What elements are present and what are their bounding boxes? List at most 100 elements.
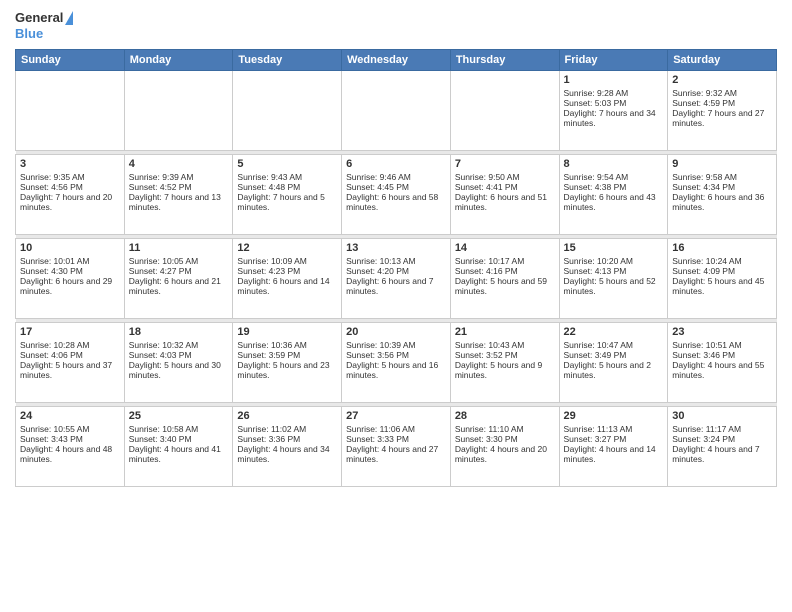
day-number: 4 [129, 158, 229, 170]
day-info: Sunrise: 10:43 AM [455, 340, 555, 350]
calendar-day-cell: 28Sunrise: 11:10 AMSunset: 3:30 PMDaylig… [450, 407, 559, 487]
day-info: Sunrise: 10:17 AM [455, 256, 555, 266]
day-info: Sunset: 3:56 PM [346, 350, 446, 360]
day-info: Daylight: 5 hours and 30 minutes. [129, 360, 229, 380]
day-info: Sunset: 4:34 PM [672, 182, 772, 192]
day-info: Daylight: 5 hours and 45 minutes. [672, 276, 772, 296]
day-info: Sunset: 4:45 PM [346, 182, 446, 192]
day-info: Sunset: 4:52 PM [129, 182, 229, 192]
day-info: Sunrise: 10:55 AM [20, 424, 120, 434]
day-number: 24 [20, 410, 120, 422]
day-info: Daylight: 7 hours and 5 minutes. [237, 192, 337, 212]
day-number: 8 [564, 158, 664, 170]
day-number: 17 [20, 326, 120, 338]
calendar-day-header: Monday [124, 50, 233, 71]
day-info: Daylight: 5 hours and 23 minutes. [237, 360, 337, 380]
day-info: Sunset: 4:59 PM [672, 98, 772, 108]
day-info: Daylight: 5 hours and 9 minutes. [455, 360, 555, 380]
day-number: 6 [346, 158, 446, 170]
day-info: Sunrise: 10:24 AM [672, 256, 772, 266]
day-info: Sunrise: 9:28 AM [564, 88, 664, 98]
day-info: Sunrise: 10:20 AM [564, 256, 664, 266]
page: General Blue SundayMondayTuesdayWednesda… [0, 0, 792, 612]
day-info: Daylight: 5 hours and 37 minutes. [20, 360, 120, 380]
day-info: Sunrise: 10:36 AM [237, 340, 337, 350]
day-info: Sunrise: 11:17 AM [672, 424, 772, 434]
calendar-week-row: 24 Sunrise: 10:55 AMSunset: 3:43 PM Daylig… [16, 407, 777, 487]
day-number: 19 [237, 326, 337, 338]
day-info: Daylight: 4 hours and 27 minutes. [346, 444, 446, 464]
day-info: Daylight: 6 hours and 51 minutes. [455, 192, 555, 212]
calendar-day-cell: 15Sunrise: 10:20 AMSunset: 4:13 PMDaylig… [559, 239, 668, 319]
calendar-day-cell [450, 71, 559, 151]
day-info: Sunrise: 9:46 AM [346, 172, 446, 182]
day-number: 22 [564, 326, 664, 338]
calendar-day-cell: 25Sunrise: 10:58 AMSunset: 3:40 PMDaylig… [124, 407, 233, 487]
day-info: Sunset: 4:03 PM [129, 350, 229, 360]
day-info: Daylight: 4 hours and 55 minutes. [672, 360, 772, 380]
calendar-day-cell: 10Sunrise: 10:01 AMSunset: 4:30 PMDaylig… [16, 239, 125, 319]
calendar-day-header: Saturday [668, 50, 777, 71]
day-number: 3 [20, 158, 120, 170]
day-info: Sunset: 4:48 PM [237, 182, 337, 192]
day-info: Sunset: 3:59 PM [237, 350, 337, 360]
day-info: Sunset: 3:24 PM [672, 434, 772, 444]
day-info: Daylight: 6 hours and 29 minutes. [20, 276, 120, 296]
day-info: Daylight: 7 hours and 20 minutes. [20, 192, 120, 212]
day-number: 10 [20, 242, 120, 254]
day-number: 9 [672, 158, 772, 170]
calendar-day-header: Tuesday [233, 50, 342, 71]
day-info: Sunset: 3:49 PM [564, 350, 664, 360]
day-info: Sunset: 3:36 PM [237, 434, 337, 444]
day-info: Daylight: 5 hours and 16 minutes. [346, 360, 446, 380]
calendar-day-cell: 1Sunrise: 9:28 AMSunset: 5:03 PMDaylight… [559, 71, 668, 151]
day-number: 29 [564, 410, 664, 422]
day-info: Daylight: 4 hours and 20 minutes. [455, 444, 555, 464]
day-info: Sunset: 4:38 PM [564, 182, 664, 192]
day-number: 14 [455, 242, 555, 254]
day-info: Sunrise: 11:06 AM [346, 424, 446, 434]
day-info: Sunrise: 9:32 AM [672, 88, 772, 98]
logo-triangle-icon [65, 11, 73, 25]
day-info: Sunrise: 9:58 AM [672, 172, 772, 182]
day-info: Sunset: 3:52 PM [455, 350, 555, 360]
day-info: Sunset: 4:41 PM [455, 182, 555, 192]
day-info: Daylight: 7 hours and 13 minutes. [129, 192, 229, 212]
day-number: 18 [129, 326, 229, 338]
day-info: Sunset: 4:13 PM [564, 266, 664, 276]
day-info: Sunrise: 11:02 AM [237, 424, 337, 434]
logo-blue: Blue [15, 26, 43, 42]
day-number: 26 [237, 410, 337, 422]
calendar-day-cell: 12Sunrise: 10:09 AMSunset: 4:23 PMDaylig… [233, 239, 342, 319]
logo-general: General [15, 10, 63, 26]
day-info: Sunrise: 10:05 AM [129, 256, 229, 266]
day-number: 13 [346, 242, 446, 254]
day-info: Sunrise: 9:50 AM [455, 172, 555, 182]
day-info: Daylight: 6 hours and 58 minutes. [346, 192, 446, 212]
day-number: 25 [129, 410, 229, 422]
calendar-day-cell: 5Sunrise: 9:43 AMSunset: 4:48 PMDaylight… [233, 155, 342, 235]
calendar-day-cell: 26Sunrise: 11:02 AMSunset: 3:36 PMDaylig… [233, 407, 342, 487]
calendar-week-row: 3Sunrise: 9:35 AMSunset: 4:56 PMDaylight… [16, 155, 777, 235]
day-number: 1 [564, 74, 664, 86]
day-info: Daylight: 6 hours and 7 minutes. [346, 276, 446, 296]
day-info: Daylight: 4 hours and 7 minutes. [672, 444, 772, 464]
day-info: Sunset: 4:23 PM [237, 266, 337, 276]
day-number: 30 [672, 410, 772, 422]
day-number: 2 [672, 74, 772, 86]
calendar-day-cell: 16Sunrise: 10:24 AMSunset: 4:09 PMDaylig… [668, 239, 777, 319]
day-info: Sunset: 3:43 PM [20, 434, 120, 444]
calendar-day-cell: 8Sunrise: 9:54 AMSunset: 4:38 PMDaylight… [559, 155, 668, 235]
calendar-day-header: Friday [559, 50, 668, 71]
day-info: Daylight: 5 hours and 2 minutes. [564, 360, 664, 380]
calendar-day-cell: 21Sunrise: 10:43 AMSunset: 3:52 PMDaylig… [450, 323, 559, 403]
day-number: 7 [455, 158, 555, 170]
day-info: Daylight: 6 hours and 36 minutes. [672, 192, 772, 212]
calendar-week-row: 10Sunrise: 10:01 AMSunset: 4:30 PMDaylig… [16, 239, 777, 319]
day-info: Sunrise: 10:58 AM [129, 424, 229, 434]
calendar-day-cell: 2Sunrise: 9:32 AMSunset: 4:59 PMDaylight… [668, 71, 777, 151]
day-info: Sunrise: 10:28 AM [20, 340, 120, 350]
calendar-day-cell: 18Sunrise: 10:32 AMSunset: 4:03 PMDaylig… [124, 323, 233, 403]
day-info: Sunrise: 9:54 AM [564, 172, 664, 182]
calendar-day-cell: 22Sunrise: 10:47 AMSunset: 3:49 PMDaylig… [559, 323, 668, 403]
